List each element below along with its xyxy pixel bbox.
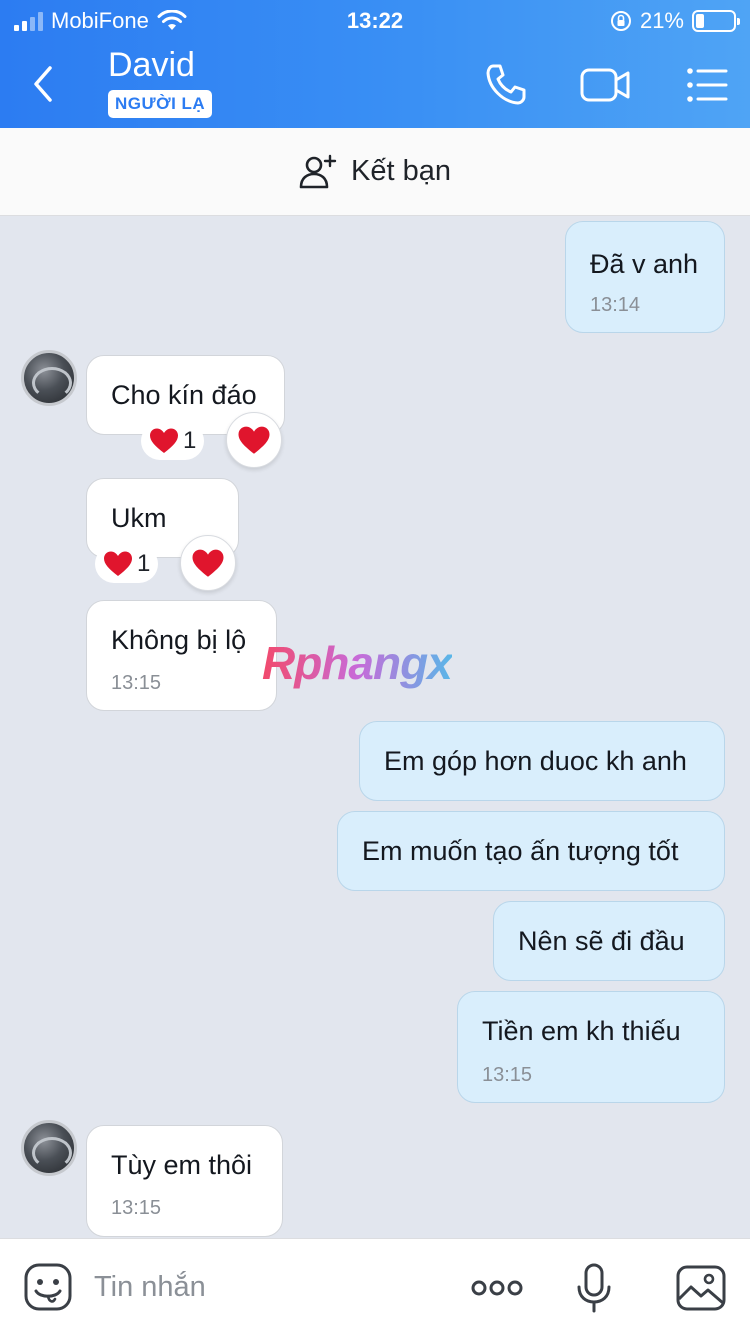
message-text: Em góp hơn duoc kh anh bbox=[384, 746, 687, 776]
image-gallery-icon[interactable] bbox=[674, 1261, 728, 1315]
reaction-count: 1 bbox=[183, 427, 197, 454]
reaction-summary[interactable]: 1 bbox=[141, 422, 205, 460]
microphone-icon[interactable] bbox=[567, 1261, 621, 1315]
chat-header: MobiFone 13:22 21% David NGƯỜI LẠ bbox=[0, 0, 750, 128]
message-bubble-outgoing[interactable]: Em góp hơn duoc kh anh bbox=[359, 721, 725, 801]
message-text: Nên sẽ đi đầu bbox=[518, 926, 685, 956]
video-call-icon[interactable] bbox=[580, 60, 630, 110]
sticker-icon[interactable] bbox=[22, 1261, 76, 1315]
message-text: Đã v anh bbox=[590, 249, 699, 279]
stranger-badge: NGƯỜI LẠ bbox=[108, 90, 213, 118]
reaction-count: 1 bbox=[137, 550, 151, 577]
orientation-lock-icon bbox=[610, 11, 631, 31]
message-text: Tiền em kh thiếu bbox=[482, 1016, 681, 1046]
message-bubble-outgoing[interactable]: Nên sẽ đi đầu bbox=[493, 901, 725, 981]
message-text: Cho kín đáo bbox=[111, 380, 257, 410]
heart-icon bbox=[150, 428, 178, 453]
reaction-summary[interactable]: 1 bbox=[95, 545, 159, 583]
message-input[interactable]: Tin nhắn bbox=[94, 1271, 206, 1304]
message-bubble-outgoing[interactable]: Tiền em kh thiếu 13:15 bbox=[457, 991, 725, 1103]
status-bar: MobiFone 13:22 21% bbox=[0, 0, 750, 42]
react-button[interactable] bbox=[180, 535, 236, 591]
message-time: 13:15 bbox=[111, 672, 162, 694]
add-friend-button[interactable]: Kết bạn bbox=[0, 128, 750, 216]
message-text: Tùy em thôi bbox=[111, 1150, 253, 1180]
watermark-logo: Rphangx bbox=[262, 637, 453, 689]
battery-icon bbox=[692, 10, 740, 32]
message-bubble-outgoing[interactable]: Em muốn tạo ấn tượng tốt bbox=[337, 811, 725, 891]
heart-icon bbox=[104, 551, 132, 576]
message-text: Em muốn tạo ấn tượng tốt bbox=[362, 836, 679, 866]
add-friend-icon bbox=[299, 154, 337, 188]
status-right: 21% bbox=[610, 8, 740, 34]
battery-percent: 21% bbox=[639, 8, 684, 33]
heart-icon bbox=[192, 549, 224, 577]
heart-icon bbox=[238, 426, 270, 454]
react-button[interactable] bbox=[226, 412, 282, 468]
message-text: Ukm bbox=[111, 503, 167, 533]
message-text: Không bị lộ bbox=[111, 625, 247, 655]
message-input-bar: Tin nhắn bbox=[0, 1238, 750, 1334]
avatar[interactable] bbox=[21, 350, 77, 406]
add-friend-label: Kết bạn bbox=[351, 155, 451, 187]
message-bubble-incoming[interactable]: Tùy em thôi 13:15 bbox=[86, 1125, 283, 1237]
back-icon[interactable] bbox=[26, 60, 66, 108]
message-time: 13:15 bbox=[111, 1197, 162, 1219]
message-bubble-outgoing[interactable]: Đã v anh 13:14 bbox=[565, 221, 725, 333]
message-bubble-incoming[interactable]: Không bị lộ 13:15 bbox=[86, 600, 277, 711]
contact-name[interactable]: David bbox=[108, 46, 195, 85]
menu-list-icon[interactable] bbox=[684, 60, 734, 110]
more-options-icon[interactable] bbox=[470, 1261, 524, 1315]
message-time: 13:15 bbox=[482, 1064, 533, 1086]
avatar[interactable] bbox=[21, 1120, 77, 1176]
message-time: 13:14 bbox=[590, 294, 641, 316]
phone-icon[interactable] bbox=[481, 60, 531, 110]
